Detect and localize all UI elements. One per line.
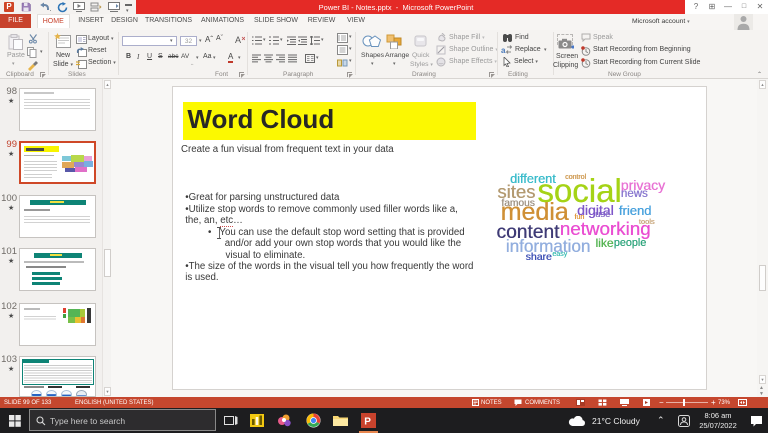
svg-text:A: A [235,35,241,45]
svg-text:a: a [501,46,506,55]
svg-text:P: P [364,417,371,428]
